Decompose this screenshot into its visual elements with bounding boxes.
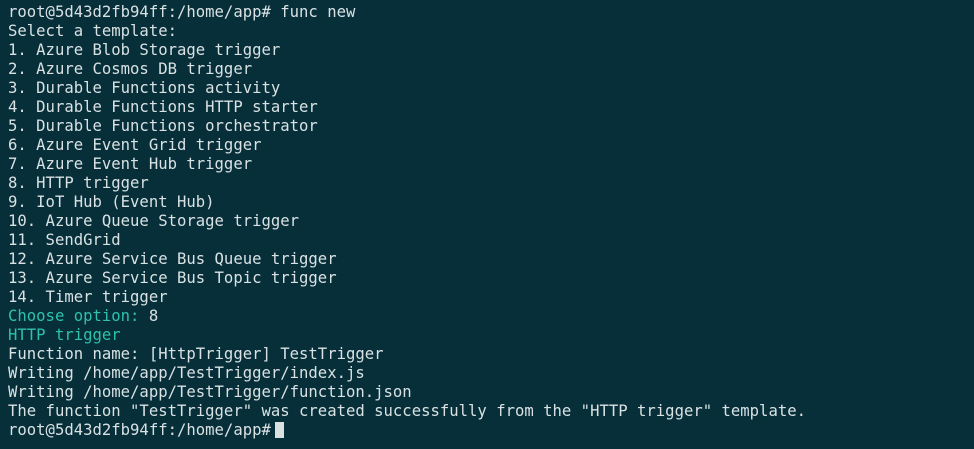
command-line: root@5d43d2fb94ff:/home/app# func new <box>8 3 356 21</box>
template-option: 3. Durable Functions activity <box>8 79 281 97</box>
shell-prompt: root@5d43d2fb94ff:/home/app# <box>8 421 271 439</box>
selected-template: HTTP trigger <box>8 326 121 344</box>
template-option: 13. Azure Service Bus Topic trigger <box>8 269 337 287</box>
template-option: 8. HTTP trigger <box>8 174 149 192</box>
terminal-window[interactable]: root@5d43d2fb94ff:/home/app# func new Se… <box>0 0 974 449</box>
choose-option-label: Choose option: <box>8 307 140 325</box>
output-line: Writing /home/app/TestTrigger/index.js <box>8 364 365 382</box>
prompt-line[interactable]: root@5d43d2fb94ff:/home/app# <box>8 421 974 440</box>
template-option: 12. Azure Service Bus Queue trigger <box>8 250 337 268</box>
text-cursor <box>274 422 284 438</box>
template-option: 1. Azure Blob Storage trigger <box>8 41 281 59</box>
template-option: 10. Azure Queue Storage trigger <box>8 212 300 230</box>
output-line: Writing /home/app/TestTrigger/function.j… <box>8 383 412 401</box>
template-option: 6. Azure Event Grid trigger <box>8 136 262 154</box>
select-template-prompt: Select a template: <box>8 22 177 40</box>
choose-option-value: 8 <box>148 307 159 325</box>
template-option: 4. Durable Functions HTTP starter <box>8 98 318 116</box>
template-option: 14. Timer trigger <box>8 288 168 306</box>
choose-option-line: Choose option: 8 <box>8 307 974 326</box>
template-option: 9. IoT Hub (Event Hub) <box>8 193 215 211</box>
template-option: 7. Azure Event Hub trigger <box>8 155 253 173</box>
template-option: 11. SendGrid <box>8 231 121 249</box>
output-line: Function name: [HttpTrigger] TestTrigger <box>8 345 384 363</box>
template-option: 2. Azure Cosmos DB trigger <box>8 60 253 78</box>
output-line: The function "TestTrigger" was created s… <box>8 402 806 420</box>
template-option: 5. Durable Functions orchestrator <box>8 117 318 135</box>
